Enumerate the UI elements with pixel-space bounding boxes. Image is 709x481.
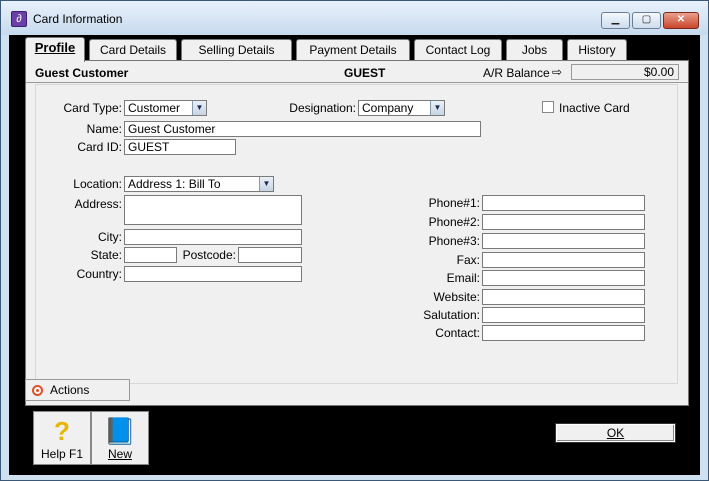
tab-payment-details[interactable]: Payment Details <box>296 39 410 61</box>
salutation-label: Salutation: <box>423 308 480 322</box>
actions-icon <box>32 385 43 396</box>
ok-button[interactable]: OK <box>555 423 676 443</box>
tab-profile[interactable]: Profile <box>25 37 85 62</box>
maximize-button[interactable]: ▢ <box>632 12 661 29</box>
card-id-field[interactable]: GUEST <box>124 139 236 155</box>
help-label: Help F1 <box>40 447 84 461</box>
website-field[interactable] <box>482 289 645 305</box>
card-id-label: Card ID: <box>77 140 122 154</box>
email-field[interactable] <box>482 270 645 286</box>
card-type-label: Card Type: <box>63 101 122 115</box>
tab-history[interactable]: History <box>567 39 627 61</box>
header-card-id: GUEST <box>344 66 386 80</box>
fax-label: Fax: <box>456 253 480 267</box>
country-field[interactable] <box>124 266 302 282</box>
tab-card-details[interactable]: Card Details <box>89 39 177 61</box>
location-value: Address 1: Bill To <box>128 177 221 191</box>
window-title: Card Information <box>33 12 123 26</box>
chevron-down-icon[interactable]: ▼ <box>430 101 444 115</box>
fax-field[interactable] <box>482 252 645 268</box>
card-type-select[interactable]: Customer ▼ <box>124 100 207 116</box>
new-button[interactable]: 📘 New <box>91 411 149 465</box>
card-information-window: ∂ Card Information ▁ ▢ ✕ Profile Card De… <box>0 0 709 481</box>
tab-jobs[interactable]: Jobs <box>506 39 563 61</box>
phone2-field[interactable] <box>482 214 645 230</box>
new-label: New <box>107 447 132 461</box>
client-area: Profile Card Details Selling Details Pay… <box>9 35 700 475</box>
phone2-label: Phone#2: <box>428 215 480 229</box>
email-label: Email: <box>446 271 480 285</box>
designation-label: Designation: <box>289 101 356 115</box>
inactive-card-label: Inactive Card <box>559 101 630 115</box>
phone1-field[interactable] <box>482 195 645 211</box>
inactive-card-checkbox[interactable] <box>542 101 554 113</box>
tab-contact-log[interactable]: Contact Log <box>414 39 502 61</box>
card-type-value: Customer <box>128 101 181 115</box>
address-field[interactable] <box>124 195 302 225</box>
state-label: State: <box>90 248 122 262</box>
app-icon: ∂ <box>11 11 27 27</box>
state-field[interactable] <box>124 247 177 263</box>
minimize-button[interactable]: ▁ <box>601 12 630 29</box>
postcode-field[interactable] <box>238 247 302 263</box>
location-select[interactable]: Address 1: Bill To ▼ <box>124 176 274 192</box>
tab-bar: Profile Card Details Selling Details Pay… <box>25 37 645 62</box>
phone1-label: Phone#1: <box>428 196 480 210</box>
customer-name: Guest Customer <box>35 66 129 80</box>
profile-panel: Guest Customer GUEST A/R Balance ⇨ $0.00… <box>25 60 689 406</box>
name-label: Name: <box>86 122 122 136</box>
ar-balance-value: $0.00 <box>571 64 679 80</box>
country-label: Country: <box>76 267 122 281</box>
actions-label: Actions <box>50 383 90 397</box>
website-label: Website: <box>433 290 480 304</box>
designation-value: Company <box>362 101 414 115</box>
contact-field[interactable] <box>482 325 645 341</box>
city-field[interactable] <box>124 229 302 245</box>
profile-form: Card Type: Customer ▼ Designation: Compa… <box>35 84 678 384</box>
contact-label: Contact: <box>435 326 480 340</box>
address-label: Address: <box>74 197 122 211</box>
ar-balance-arrow-icon[interactable]: ⇨ <box>552 65 562 79</box>
ok-label: OK <box>606 426 625 440</box>
tab-selling-details[interactable]: Selling Details <box>181 39 292 61</box>
designation-select[interactable]: Company ▼ <box>358 100 445 116</box>
help-icon: ? <box>54 416 70 446</box>
title-bar[interactable]: ∂ Card Information ▁ ▢ ✕ <box>1 1 708 35</box>
chevron-down-icon[interactable]: ▼ <box>259 177 273 191</box>
help-button[interactable]: ? Help F1 <box>33 411 91 465</box>
city-label: City: <box>98 230 122 244</box>
postcode-label: Postcode: <box>182 248 236 262</box>
ar-balance-label: A/R Balance <box>483 66 550 80</box>
phone3-field[interactable] <box>482 233 645 249</box>
location-label: Location: <box>73 177 122 191</box>
actions-button[interactable]: Actions <box>25 379 130 401</box>
salutation-field[interactable] <box>482 307 645 323</box>
new-card-icon: 📘 <box>103 416 137 446</box>
card-header: Guest Customer GUEST A/R Balance ⇨ $0.00 <box>26 61 688 83</box>
close-button[interactable]: ✕ <box>663 12 699 29</box>
chevron-down-icon[interactable]: ▼ <box>192 101 206 115</box>
name-field[interactable]: Guest Customer <box>124 121 481 137</box>
phone3-label: Phone#3: <box>428 234 480 248</box>
